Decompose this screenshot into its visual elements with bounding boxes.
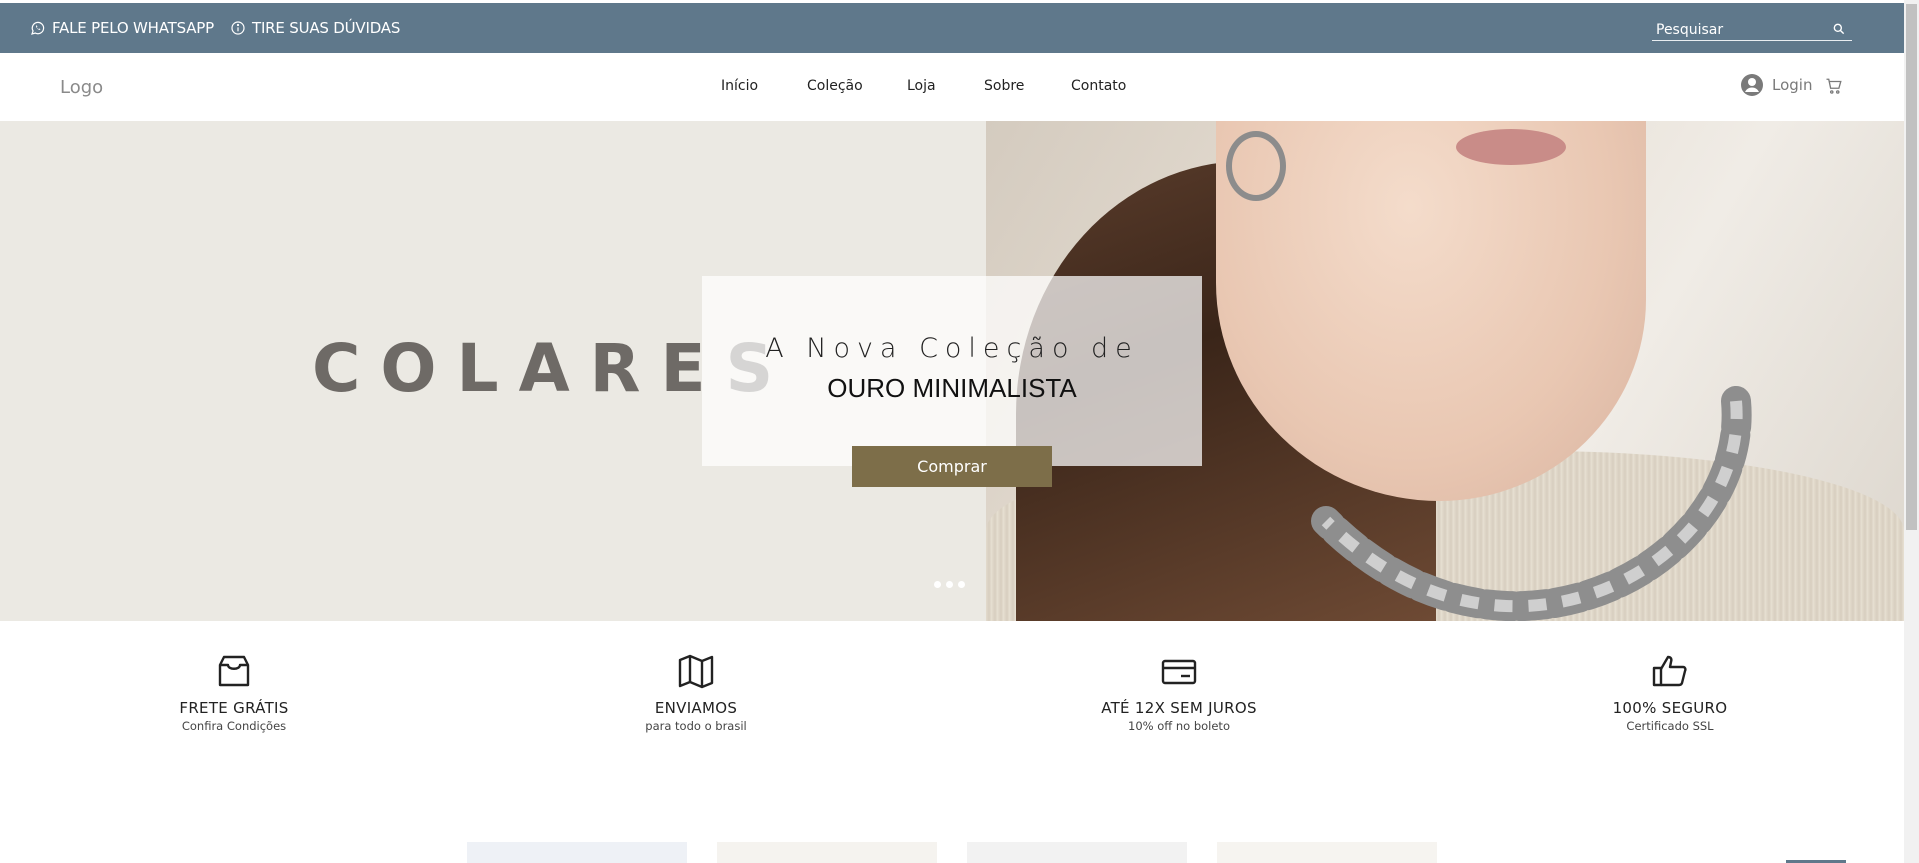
feature-title: ATÉ 12X SEM JUROS (1101, 699, 1257, 717)
feature-seguro: 100% SEGURO Certificado SSL (1540, 651, 1800, 733)
whatsapp-link[interactable]: FALE PELO WHATSAPP (30, 19, 214, 37)
feature-parcelas: ATÉ 12X SEM JUROS 10% off no boleto (1049, 651, 1309, 733)
product-card[interactable] (467, 842, 687, 863)
thumbs-up-icon (1652, 655, 1687, 687)
feature-title: FRETE GRÁTIS (179, 699, 289, 717)
features-row: FRETE GRÁTIS Confira Condições ENVIAMOS … (0, 621, 1904, 761)
inbox-icon (218, 655, 250, 687)
feature-frete: FRETE GRÁTIS Confira Condições (104, 651, 364, 733)
login-label: Login (1772, 76, 1813, 94)
nav-item-colecao[interactable]: Coleção (807, 78, 863, 94)
promo-box (702, 276, 1202, 466)
promo-line-2: OURO MINIMALISTA (827, 373, 1077, 403)
feature-enviamos: ENVIAMOS para todo o brasil (566, 651, 826, 733)
slide-dot-3[interactable] (958, 581, 965, 588)
product-card[interactable] (717, 842, 937, 863)
search-input[interactable] (1652, 21, 1822, 38)
map-icon (678, 654, 714, 689)
nav-item-loja[interactable]: Loja (907, 78, 936, 94)
faq-label: TIRE SUAS DÚVIDAS (252, 19, 401, 37)
promo-line-1: A Nova Coleção de (765, 333, 1139, 364)
product-card[interactable] (1217, 842, 1437, 863)
buy-button[interactable]: Comprar (852, 446, 1052, 487)
cart-icon[interactable] (1825, 77, 1843, 95)
slide-dot-2[interactable] (946, 581, 953, 588)
feature-subtitle: para todo o brasil (645, 719, 747, 733)
search-icon[interactable] (1832, 22, 1846, 36)
nav-item-inicio[interactable]: Início (721, 78, 758, 94)
product-strip (0, 842, 1904, 863)
faq-link[interactable]: TIRE SUAS DÚVIDAS (230, 19, 400, 37)
necklace-graphic (1311, 386, 1752, 621)
top-bar: FALE PELO WHATSAPP TIRE SUAS DÚVIDAS (0, 3, 1904, 53)
search-box (1652, 19, 1852, 41)
user-avatar-icon (1741, 74, 1763, 96)
feature-subtitle: 10% off no boleto (1128, 719, 1230, 733)
feature-title: ENVIAMOS (654, 699, 738, 717)
feature-subtitle: Confira Condições (181, 719, 287, 733)
info-icon (231, 21, 245, 35)
site-logo[interactable]: Logo (60, 77, 103, 98)
slide-indicators (934, 581, 965, 588)
scrollbar-thumb[interactable] (1906, 4, 1917, 530)
hero-banner: COLARES A Nova Coleção de OURO MINIMALIS… (0, 121, 1904, 621)
nav-item-sobre[interactable]: Sobre (984, 78, 1024, 94)
page-scrollbar[interactable] (1904, 0, 1919, 863)
main-header: Logo Início Coleção Loja Sobre Contato L… (0, 53, 1904, 121)
whatsapp-label: FALE PELO WHATSAPP (52, 19, 214, 37)
whatsapp-icon (31, 21, 45, 35)
feature-subtitle: Certificado SSL (1626, 719, 1714, 733)
slide-dot-1[interactable] (934, 581, 941, 588)
login-button[interactable]: Login (1740, 73, 1812, 97)
nav-item-contato[interactable]: Contato (1071, 78, 1126, 94)
credit-card-icon (1161, 659, 1197, 685)
feature-title: 100% SEGURO (1612, 699, 1728, 717)
product-card[interactable] (967, 842, 1187, 863)
